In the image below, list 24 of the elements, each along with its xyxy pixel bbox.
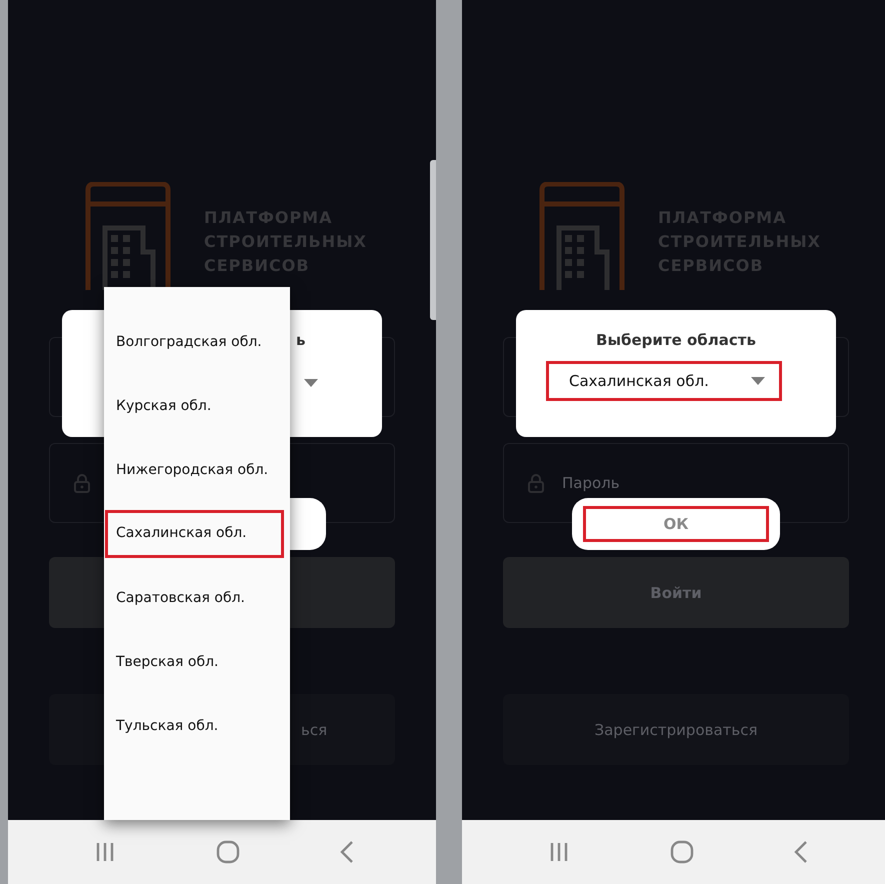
dropdown-option[interactable]: Саратовская обл.: [105, 566, 284, 630]
building-logo-icon: [539, 182, 625, 290]
back-icon[interactable]: [340, 841, 354, 863]
region-select[interactable]: Сахалинская обл.: [546, 361, 782, 401]
home-icon[interactable]: [216, 840, 240, 864]
building-logo-icon: [85, 182, 171, 290]
home-icon[interactable]: [670, 840, 694, 864]
dialog-title: Выберите область: [595, 331, 757, 349]
dropdown-option[interactable]: Тверская обл.: [105, 630, 284, 694]
select-value: Сахалинская обл.: [569, 372, 709, 390]
caret-icon[interactable]: [304, 379, 318, 387]
recent-apps-icon[interactable]: [549, 843, 569, 861]
caret-icon: [751, 377, 765, 385]
recent-apps-icon[interactable]: [95, 843, 115, 861]
dropdown-option[interactable]: Волгоградская обл.: [105, 310, 284, 374]
password-field[interactable]: Пароль: [562, 473, 722, 493]
dropdown-option[interactable]: Нижегородская обл.: [105, 438, 284, 502]
dialog-title: ь: [296, 331, 306, 349]
dropdown-option[interactable]: Тульская обл.: [105, 694, 284, 758]
lock-icon: [74, 473, 90, 493]
dropdown-option[interactable]: Курская обл.: [105, 374, 284, 438]
lock-icon: [528, 473, 544, 493]
back-icon[interactable]: [794, 841, 808, 863]
dropdown-option[interactable]: Сахалинская обл.: [105, 510, 284, 558]
